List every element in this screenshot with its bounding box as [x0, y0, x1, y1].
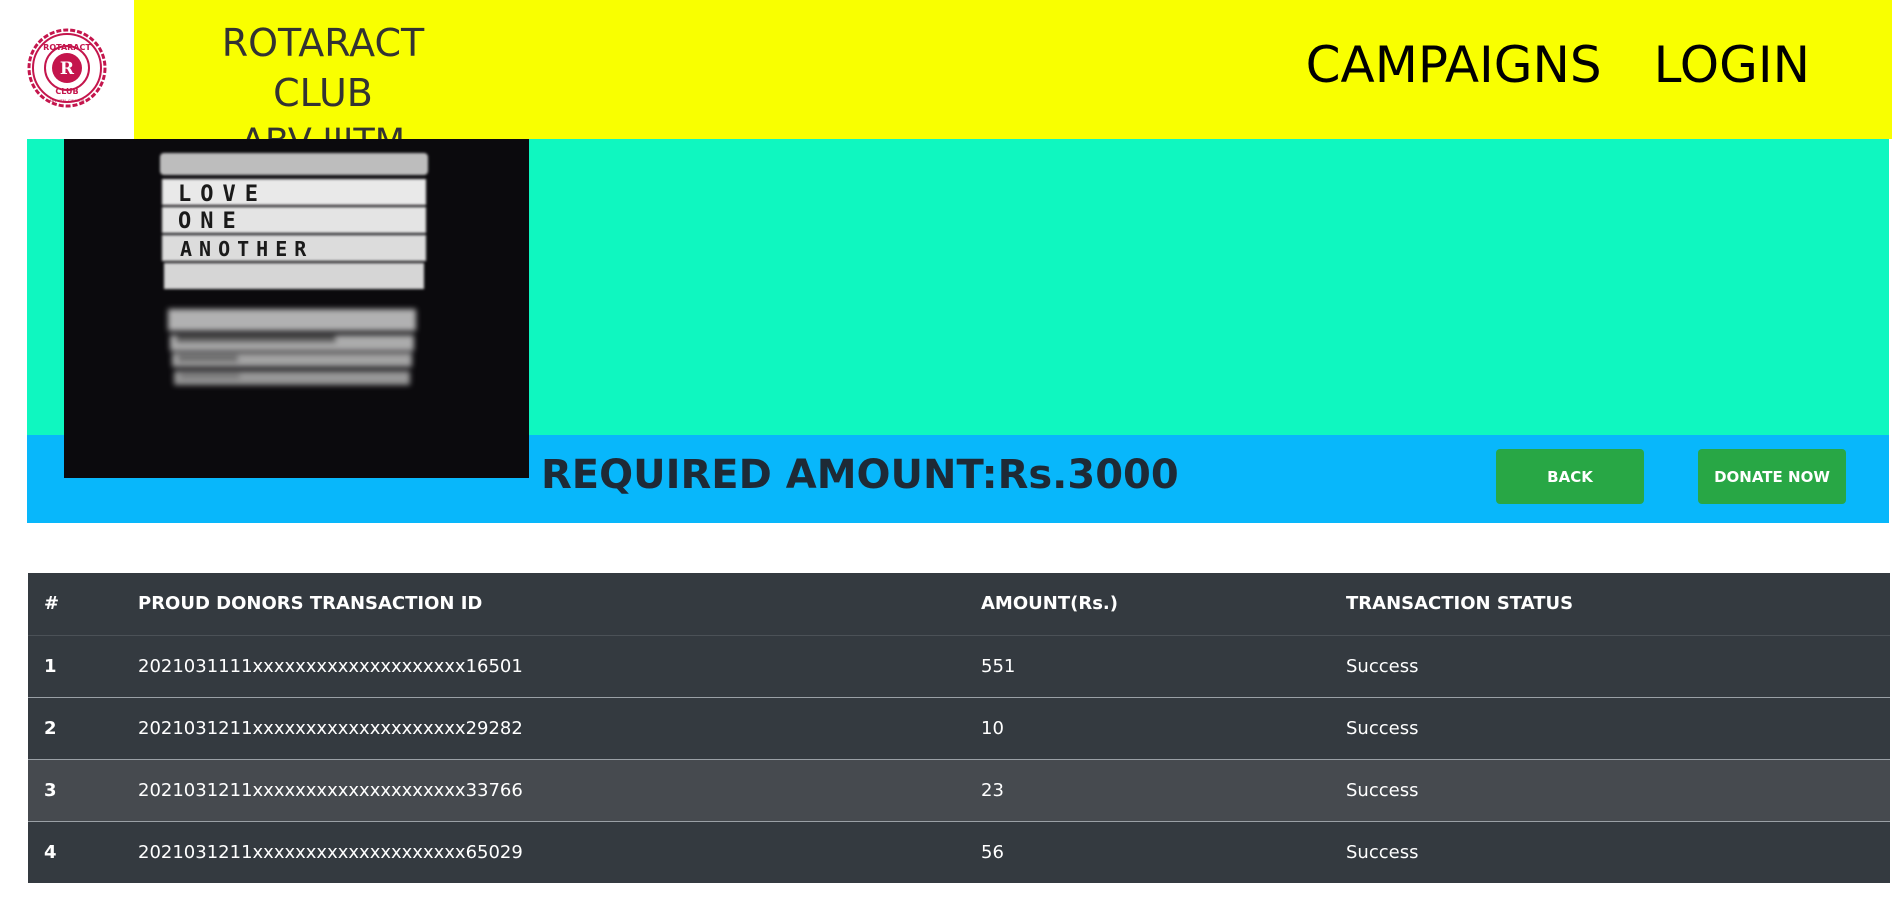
- rotaract-club-emblem-icon: ROTARACT R CLUB ABV-IIITM, GWALIOR: [27, 28, 107, 108]
- row-status: Success: [1346, 779, 1419, 801]
- nav-login-link[interactable]: LOGIN: [1654, 32, 1810, 98]
- row-status: Success: [1346, 717, 1419, 739]
- row-index: 2: [44, 717, 57, 739]
- row-status: Success: [1346, 841, 1419, 863]
- table-row: 4 2021031211xxxxxxxxxxxxxxxxxxxx65029 56…: [28, 821, 1890, 883]
- donors-table-body: 1 2021031111xxxxxxxxxxxxxxxxxxxx16501 55…: [28, 635, 1890, 883]
- club-name-line1: ROTARACT CLUB: [221, 21, 425, 115]
- logo-container[interactable]: ROTARACT R CLUB ABV-IIITM, GWALIOR: [0, 0, 134, 139]
- required-amount: REQUIRED AMOUNT:Rs.3000: [541, 452, 1179, 498]
- site-header: ROTARACT R CLUB ABV-IIITM, GWALIOR ROTAR…: [0, 0, 1892, 162]
- table-row: 3 2021031211xxxxxxxxxxxxxxxxxxxx33766 23…: [28, 759, 1890, 821]
- row-status: Success: [1346, 655, 1419, 677]
- row-index: 4: [44, 841, 57, 863]
- row-index: 1: [44, 655, 57, 677]
- header-transaction-id: PROUD DONORS TRANSACTION ID: [138, 593, 483, 615]
- donate-now-button[interactable]: DONATE NOW: [1698, 449, 1846, 504]
- donors-table-head: # PROUD DONORS TRANSACTION ID AMOUNT(Rs.…: [28, 573, 1890, 635]
- row-index: 3: [44, 779, 57, 801]
- row-transaction-id: 2021031211xxxxxxxxxxxxxxxxxxxx65029: [138, 841, 523, 863]
- row-transaction-id: 2021031111xxxxxxxxxxxxxxxxxxxx16501: [138, 655, 523, 677]
- lightbox-word-2: ONE: [178, 209, 245, 234]
- header-amount: AMOUNT(Rs.): [981, 593, 1118, 615]
- table-row: 1 2021031111xxxxxxxxxxxxxxxxxxxx16501 55…: [28, 635, 1890, 697]
- main-nav: CAMPAIGNS LOGIN: [1306, 32, 1810, 98]
- lightbox-word-1: LOVE: [178, 182, 267, 207]
- lightbox-word-3: ANOTHER: [180, 237, 313, 261]
- table-row: 2 2021031211xxxxxxxxxxxxxxxxxxxx29282 10…: [28, 697, 1890, 759]
- row-amount: 23: [981, 779, 1004, 801]
- campaign-image: LOVE ONE ANOTHER: [64, 139, 529, 478]
- row-amount: 551: [981, 655, 1016, 677]
- row-amount: 10: [981, 717, 1004, 739]
- row-transaction-id: 2021031211xxxxxxxxxxxxxxxxxxxx33766: [138, 779, 523, 801]
- header-status: TRANSACTION STATUS: [1346, 593, 1574, 615]
- row-transaction-id: 2021031211xxxxxxxxxxxxxxxxxxxx29282: [138, 717, 523, 739]
- nav-campaigns-link[interactable]: CAMPAIGNS: [1306, 32, 1602, 98]
- back-button[interactable]: BACK: [1496, 449, 1644, 504]
- header-index: #: [44, 593, 60, 615]
- logo-tiny-text: ABV-IIITM, GWALIOR: [49, 99, 85, 103]
- row-amount: 56: [981, 841, 1004, 863]
- logo-bottom-text: CLUB: [55, 87, 78, 96]
- table-header-row: # PROUD DONORS TRANSACTION ID AMOUNT(Rs.…: [28, 573, 1890, 635]
- donors-table: # PROUD DONORS TRANSACTION ID AMOUNT(Rs.…: [28, 573, 1890, 883]
- logo-top-text: ROTARACT: [43, 43, 91, 52]
- logo-letter: R: [60, 59, 75, 79]
- love-one-another-lightbox-image: LOVE ONE ANOTHER: [64, 139, 529, 478]
